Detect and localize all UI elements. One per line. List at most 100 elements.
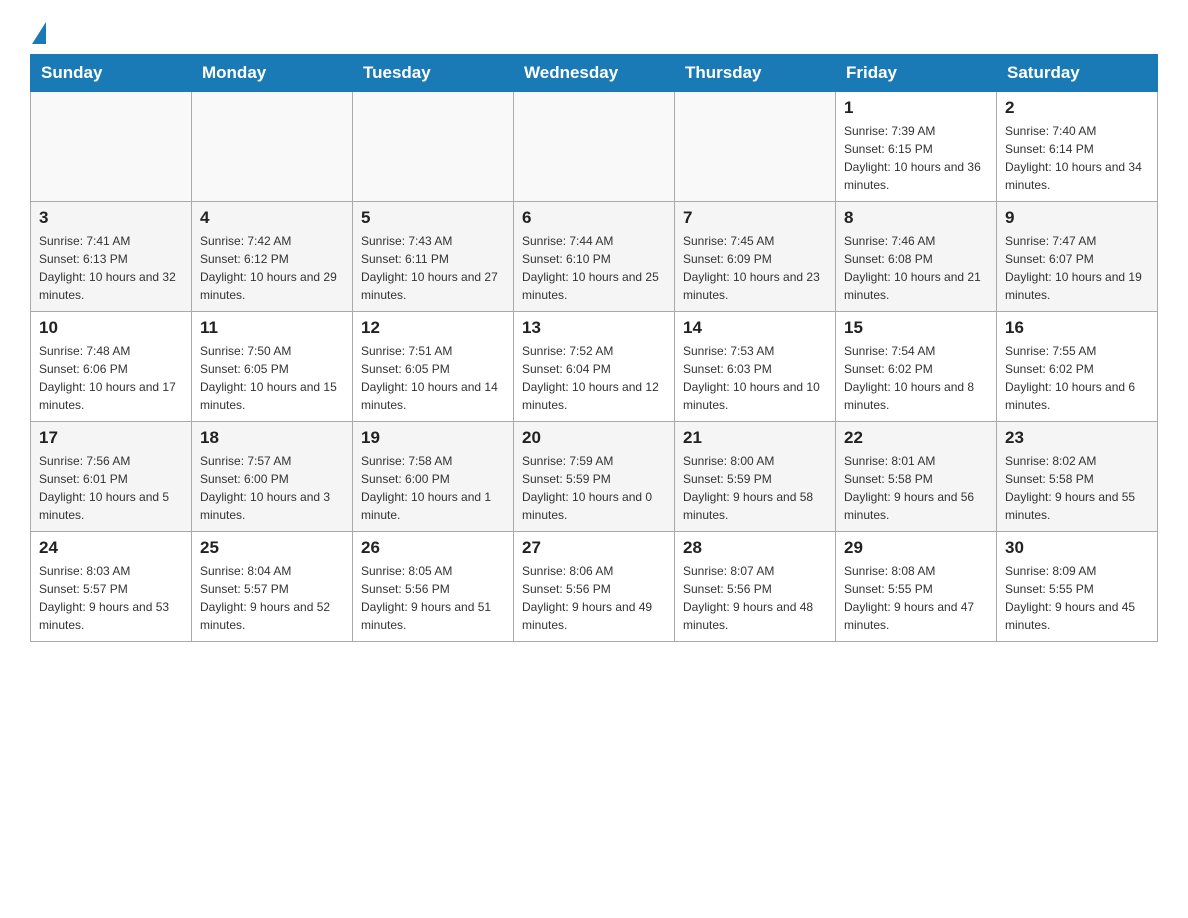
- day-number: 24: [39, 538, 183, 558]
- calendar-cell: 16 Sunrise: 7:55 AM Sunset: 6:02 PM Dayli…: [997, 312, 1158, 422]
- day-info: Sunrise: 8:02 AM Sunset: 5:58 PM Dayligh…: [1005, 452, 1149, 524]
- logo-text: [30, 20, 46, 44]
- day-info: Sunrise: 7:57 AM Sunset: 6:00 PM Dayligh…: [200, 452, 344, 524]
- day-number: 11: [200, 318, 344, 338]
- day-info: Sunrise: 7:40 AM Sunset: 6:14 PM Dayligh…: [1005, 122, 1149, 194]
- day-info: Sunrise: 7:55 AM Sunset: 6:02 PM Dayligh…: [1005, 342, 1149, 414]
- day-number: 19: [361, 428, 505, 448]
- calendar-week-row: 17 Sunrise: 7:56 AM Sunset: 6:01 PM Dayli…: [31, 422, 1158, 532]
- calendar-cell: 4Sunrise: 7:42 AM Sunset: 6:12 PM Daylig…: [192, 202, 353, 312]
- calendar-cell: [353, 92, 514, 202]
- calendar-cell: [192, 92, 353, 202]
- day-info: Sunrise: 7:44 AM Sunset: 6:10 PM Dayligh…: [522, 232, 666, 304]
- logo: [30, 20, 46, 44]
- day-number: 2: [1005, 98, 1149, 118]
- calendar-cell: 27Sunrise: 8:06 AM Sunset: 5:56 PM Dayli…: [514, 532, 675, 642]
- day-number: 15: [844, 318, 988, 338]
- calendar-cell: 23 Sunrise: 8:02 AM Sunset: 5:58 PM Dayli…: [997, 422, 1158, 532]
- day-info: Sunrise: 7:56 AM Sunset: 6:01 PM Dayligh…: [39, 452, 183, 524]
- day-number: 10: [39, 318, 183, 338]
- day-info: Sunrise: 8:00 AM Sunset: 5:59 PM Dayligh…: [683, 452, 827, 524]
- day-info: Sunrise: 7:50 AM Sunset: 6:05 PM Dayligh…: [200, 342, 344, 414]
- weekday-header-monday: Monday: [192, 55, 353, 92]
- day-info: Sunrise: 8:03 AM Sunset: 5:57 PM Dayligh…: [39, 562, 183, 634]
- day-number: 28: [683, 538, 827, 558]
- day-number: 7: [683, 208, 827, 228]
- day-info: Sunrise: 7:51 AM Sunset: 6:05 PM Dayligh…: [361, 342, 505, 414]
- day-number: 13: [522, 318, 666, 338]
- calendar-cell: 2 Sunrise: 7:40 AM Sunset: 6:14 PM Daylig…: [997, 92, 1158, 202]
- calendar-cell: 21Sunrise: 8:00 AM Sunset: 5:59 PM Dayli…: [675, 422, 836, 532]
- day-info: Sunrise: 7:39 AM Sunset: 6:15 PM Dayligh…: [844, 122, 988, 194]
- day-info: Sunrise: 8:05 AM Sunset: 5:56 PM Dayligh…: [361, 562, 505, 634]
- calendar-cell: 8 Sunrise: 7:46 AM Sunset: 6:08 PM Daylig…: [836, 202, 997, 312]
- calendar-cell: 7 Sunrise: 7:45 AM Sunset: 6:09 PM Daylig…: [675, 202, 836, 312]
- calendar-week-row: 10 Sunrise: 7:48 AM Sunset: 6:06 PM Dayli…: [31, 312, 1158, 422]
- day-number: 17: [39, 428, 183, 448]
- day-info: Sunrise: 7:59 AM Sunset: 5:59 PM Dayligh…: [522, 452, 666, 524]
- calendar-cell: 25 Sunrise: 8:04 AM Sunset: 5:57 PM Dayli…: [192, 532, 353, 642]
- calendar-cell: 17 Sunrise: 7:56 AM Sunset: 6:01 PM Dayli…: [31, 422, 192, 532]
- calendar-week-row: 24 Sunrise: 8:03 AM Sunset: 5:57 PM Dayli…: [31, 532, 1158, 642]
- calendar-cell: 19 Sunrise: 7:58 AM Sunset: 6:00 PM Dayli…: [353, 422, 514, 532]
- day-number: 29: [844, 538, 988, 558]
- page-header: [30, 20, 1158, 44]
- day-info: Sunrise: 7:48 AM Sunset: 6:06 PM Dayligh…: [39, 342, 183, 414]
- day-number: 30: [1005, 538, 1149, 558]
- day-info: Sunrise: 7:58 AM Sunset: 6:00 PM Dayligh…: [361, 452, 505, 524]
- calendar-cell: 11 Sunrise: 7:50 AM Sunset: 6:05 PM Dayli…: [192, 312, 353, 422]
- calendar-cell: 14 Sunrise: 7:53 AM Sunset: 6:03 PM Dayli…: [675, 312, 836, 422]
- day-number: 27: [522, 538, 666, 558]
- calendar-cell: 18 Sunrise: 7:57 AM Sunset: 6:00 PM Dayli…: [192, 422, 353, 532]
- calendar-cell: 26 Sunrise: 8:05 AM Sunset: 5:56 PM Dayli…: [353, 532, 514, 642]
- day-number: 25: [200, 538, 344, 558]
- day-number: 8: [844, 208, 988, 228]
- day-number: 4: [200, 208, 344, 228]
- day-number: 12: [361, 318, 505, 338]
- calendar-cell: 1Sunrise: 7:39 AM Sunset: 6:15 PM Daylig…: [836, 92, 997, 202]
- calendar-cell: 24 Sunrise: 8:03 AM Sunset: 5:57 PM Dayli…: [31, 532, 192, 642]
- weekday-header-wednesday: Wednesday: [514, 55, 675, 92]
- day-info: Sunrise: 8:07 AM Sunset: 5:56 PM Dayligh…: [683, 562, 827, 634]
- day-number: 5: [361, 208, 505, 228]
- day-info: Sunrise: 7:45 AM Sunset: 6:09 PM Dayligh…: [683, 232, 827, 304]
- calendar-cell: 22 Sunrise: 8:01 AM Sunset: 5:58 PM Dayli…: [836, 422, 997, 532]
- day-number: 14: [683, 318, 827, 338]
- calendar-cell: [514, 92, 675, 202]
- weekday-header-friday: Friday: [836, 55, 997, 92]
- calendar-cell: 10 Sunrise: 7:48 AM Sunset: 6:06 PM Dayli…: [31, 312, 192, 422]
- calendar-cell: 6 Sunrise: 7:44 AM Sunset: 6:10 PM Daylig…: [514, 202, 675, 312]
- day-number: 26: [361, 538, 505, 558]
- day-info: Sunrise: 7:47 AM Sunset: 6:07 PM Dayligh…: [1005, 232, 1149, 304]
- day-info: Sunrise: 7:41 AM Sunset: 6:13 PM Dayligh…: [39, 232, 183, 304]
- weekday-header-tuesday: Tuesday: [353, 55, 514, 92]
- day-info: Sunrise: 7:52 AM Sunset: 6:04 PM Dayligh…: [522, 342, 666, 414]
- day-info: Sunrise: 7:53 AM Sunset: 6:03 PM Dayligh…: [683, 342, 827, 414]
- calendar-cell: 3Sunrise: 7:41 AM Sunset: 6:13 PM Daylig…: [31, 202, 192, 312]
- weekday-header-thursday: Thursday: [675, 55, 836, 92]
- day-info: Sunrise: 8:09 AM Sunset: 5:55 PM Dayligh…: [1005, 562, 1149, 634]
- day-info: Sunrise: 8:01 AM Sunset: 5:58 PM Dayligh…: [844, 452, 988, 524]
- day-number: 16: [1005, 318, 1149, 338]
- calendar-cell: 15 Sunrise: 7:54 AM Sunset: 6:02 PM Dayli…: [836, 312, 997, 422]
- day-number: 23: [1005, 428, 1149, 448]
- calendar-cell: 5Sunrise: 7:43 AM Sunset: 6:11 PM Daylig…: [353, 202, 514, 312]
- calendar-cell: 29Sunrise: 8:08 AM Sunset: 5:55 PM Dayli…: [836, 532, 997, 642]
- day-info: Sunrise: 8:04 AM Sunset: 5:57 PM Dayligh…: [200, 562, 344, 634]
- calendar-cell: [31, 92, 192, 202]
- weekday-header-row: SundayMondayTuesdayWednesdayThursdayFrid…: [31, 55, 1158, 92]
- logo-triangle-icon: [32, 22, 46, 44]
- day-info: Sunrise: 7:46 AM Sunset: 6:08 PM Dayligh…: [844, 232, 988, 304]
- day-number: 6: [522, 208, 666, 228]
- calendar-cell: 20Sunrise: 7:59 AM Sunset: 5:59 PM Dayli…: [514, 422, 675, 532]
- day-number: 22: [844, 428, 988, 448]
- calendar-cell: 12 Sunrise: 7:51 AM Sunset: 6:05 PM Dayli…: [353, 312, 514, 422]
- calendar-cell: 30 Sunrise: 8:09 AM Sunset: 5:55 PM Dayli…: [997, 532, 1158, 642]
- calendar-cell: 13 Sunrise: 7:52 AM Sunset: 6:04 PM Dayli…: [514, 312, 675, 422]
- calendar-cell: 28 Sunrise: 8:07 AM Sunset: 5:56 PM Dayli…: [675, 532, 836, 642]
- day-number: 9: [1005, 208, 1149, 228]
- calendar-table: SundayMondayTuesdayWednesdayThursdayFrid…: [30, 54, 1158, 642]
- weekday-header-saturday: Saturday: [997, 55, 1158, 92]
- day-info: Sunrise: 7:54 AM Sunset: 6:02 PM Dayligh…: [844, 342, 988, 414]
- day-number: 18: [200, 428, 344, 448]
